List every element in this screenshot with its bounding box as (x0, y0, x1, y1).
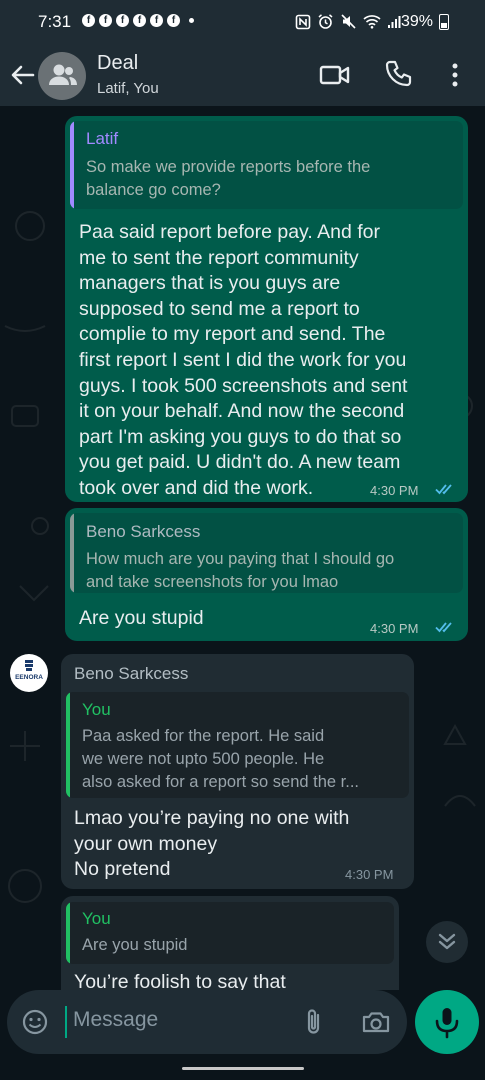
message-line: guys. I took 500 screenshots and sent (79, 374, 408, 397)
battery-icon (439, 14, 449, 30)
voice-message-button[interactable] (415, 990, 479, 1054)
quoted-message[interactable]: Beno Sarkcess How much are you paying th… (70, 513, 463, 593)
chat-area[interactable]: Latif So make we provide reports before … (0, 106, 485, 990)
quote-accent-bar (70, 513, 74, 593)
quote-text: Are you stupid (82, 934, 187, 957)
double-chevron-down-icon (438, 933, 456, 950)
chat-participants[interactable]: Latif, You (97, 80, 159, 97)
system-icons (295, 13, 401, 30)
alarm-icon (318, 14, 333, 29)
message-text: You’re foolish to say that (74, 970, 286, 990)
quote-author: You (82, 909, 111, 928)
quote-author: You (82, 700, 111, 719)
message-line: you get paid. U didn't do. A new team (79, 451, 401, 474)
message-line: your own money (74, 832, 218, 855)
quote-author: Latif (86, 129, 119, 148)
status-time: 7:31 (38, 12, 72, 31)
more-notifications-dot (189, 18, 194, 23)
facebook-icon: f (116, 14, 129, 27)
message-line: Lmao you’re paying no one with (74, 807, 350, 829)
quoted-message[interactable]: Latif So make we provide reports before … (70, 121, 463, 209)
outgoing-message[interactable]: Beno Sarkcess How much are you paying th… (65, 508, 468, 641)
quote-text: Paa asked for the report. He said we wer… (82, 725, 359, 794)
message-line: it on your behalf. And now the second (79, 400, 405, 423)
quoted-message[interactable]: You Are you stupid (66, 902, 394, 964)
message-line: part I'm asking you guys to do that so (79, 425, 402, 448)
video-call-icon[interactable] (319, 61, 351, 89)
quoted-message[interactable]: You Paa asked for the report. He said we… (66, 692, 409, 798)
mic-icon (435, 1008, 459, 1039)
camera-icon[interactable] (361, 1008, 391, 1036)
quote-text-line: How much are you paying that I should go (86, 550, 395, 568)
message-line: You’re foolish to say that (74, 971, 286, 990)
message-input[interactable]: Message (73, 1008, 158, 1032)
more-vert-icon[interactable] (444, 60, 466, 90)
message-time: 4:30 PM (370, 483, 419, 498)
sender-name[interactable]: Beno Sarkcess (74, 664, 188, 684)
emoji-icon[interactable] (21, 1008, 49, 1036)
facebook-icon: f (167, 14, 180, 27)
message-line: me to sent the report community (79, 246, 359, 269)
facebook-icon: f (82, 14, 95, 27)
quote-text-line: we were not upto 500 people. He (82, 750, 325, 768)
attach-icon[interactable] (302, 1007, 326, 1037)
quote-accent-bar (70, 121, 74, 209)
mute-icon (341, 14, 356, 29)
signal-icon (388, 15, 401, 28)
message-line: managers that is you guys are (79, 272, 341, 295)
quote-text-line: So make we provide reports before the (86, 158, 371, 176)
chat-title[interactable]: Deal (97, 52, 138, 75)
quote-text: How much are you paying that I should go… (86, 548, 394, 593)
facebook-icon: f (99, 14, 112, 27)
message-text: Are you stupid (79, 606, 204, 632)
group-avatar[interactable] (38, 52, 86, 100)
message-line: supposed to send me a report to (79, 297, 360, 320)
nfc-icon (295, 14, 311, 29)
system-nav-bar (0, 1064, 485, 1080)
message-input-box[interactable]: Message (7, 990, 407, 1054)
message-line: No pretend (74, 858, 171, 881)
status-bar: 7:31 f f f f f f 39% (0, 0, 485, 44)
message-text: Paa said report before pay. And for me t… (79, 220, 407, 502)
quote-text-line: Are you stupid (82, 936, 188, 954)
group-avatar-icon (49, 64, 77, 85)
eenora-logo: EENORA (15, 660, 43, 681)
message-line: Are you stupid (79, 607, 204, 629)
quote-text-line: also asked for a report so send the r... (82, 773, 359, 791)
quote-accent-bar (66, 902, 70, 964)
quote-accent-bar (66, 692, 70, 798)
phone-icon[interactable] (383, 59, 413, 89)
message-time: 4:30 PM (370, 621, 419, 636)
message-line: Paa said report before pay. And for (79, 221, 380, 243)
scroll-to-bottom-button[interactable] (426, 921, 468, 963)
text-cursor (65, 1006, 67, 1038)
sender-avatar[interactable]: EENORA (10, 654, 48, 692)
notification-icons: f f f f f f (82, 14, 194, 27)
outgoing-message[interactable]: Latif So make we provide reports before … (65, 116, 468, 502)
read-receipt-icon (435, 484, 452, 495)
read-receipt-icon (435, 622, 452, 633)
back-arrow-icon[interactable] (8, 60, 38, 90)
battery-percent: 39% (401, 13, 434, 30)
eenora-logo-text: EENORA (15, 674, 43, 681)
home-gesture-handle[interactable] (182, 1067, 304, 1070)
message-line: first report I sent I did the work for y… (79, 348, 407, 371)
facebook-icon: f (133, 14, 146, 27)
wifi-icon (363, 15, 381, 29)
message-text: Lmao you’re paying no one with your own … (74, 806, 349, 883)
quote-text-line: balance go come? (86, 181, 221, 199)
quote-text-line: Paa asked for the report. He said (82, 727, 325, 745)
chat-header: Deal Latif, You (0, 44, 485, 106)
quote-author: Beno Sarkcess (86, 522, 201, 541)
message-time: 4:30 PM (345, 867, 394, 882)
facebook-icon: f (150, 14, 163, 27)
quote-text: So make we provide reports before the ba… (86, 156, 370, 202)
message-line: took over and did the work. (79, 476, 314, 499)
incoming-message[interactable]: You Are you stupid You’re foolish to say… (61, 896, 399, 990)
message-line: complie to my report and send. The (79, 323, 386, 346)
incoming-message[interactable]: Beno Sarkcess You Paa asked for the repo… (61, 654, 414, 889)
quote-text-line: and take screenshots for you lmao (86, 573, 339, 591)
